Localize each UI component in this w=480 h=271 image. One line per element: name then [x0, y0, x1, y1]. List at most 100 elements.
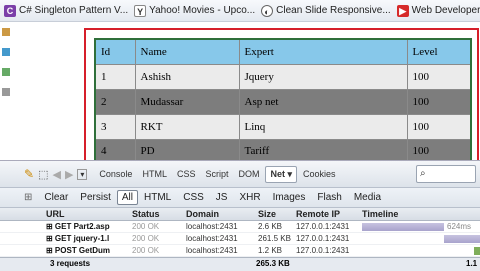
net-toolbar: ⊞ Clear Persist All HTML CSS JS XHR Imag… — [0, 188, 480, 208]
page-viewport: Id Name Expert Level 1 Ashish Jquery 100… — [0, 22, 480, 168]
bookmark-label: Yahoo! Movies - Upco... — [149, 5, 256, 16]
cell-level: 100 — [406, 63, 472, 90]
request-url[interactable]: ⊞ POST GetDum — [46, 246, 110, 255]
table-row[interactable]: ⊞ GET jquery-1.l 200 OK localhost:2431 2… — [0, 233, 480, 245]
tab-console[interactable]: Console — [95, 167, 136, 181]
firebug-main-toolbar: ✎ ⬚ ◀ ▶ ▾ Console HTML CSS Script DOM Ne… — [0, 161, 480, 188]
grid-header-level[interactable]: Level — [406, 38, 472, 65]
col-size[interactable]: Size — [258, 209, 276, 219]
left-icon-strip — [0, 22, 12, 160]
request-status: 200 OK — [132, 246, 160, 255]
firebug-bug-icon[interactable]: ✎ — [24, 167, 34, 181]
bookmark-icon[interactable] — [2, 68, 10, 76]
summary-time: 1.1 — [466, 259, 478, 268]
request-remote-ip: 127.0.0.1:2431 — [296, 246, 350, 255]
request-remote-ip: 127.0.0.1:2431 — [296, 222, 350, 231]
request-url[interactable]: ⊞ GET jquery-1.l — [46, 234, 109, 243]
summary-size: 265.3 KB — [256, 259, 290, 268]
filter-xhr-button[interactable]: XHR — [233, 191, 266, 204]
bookmark-item-csharp[interactable]: C C# Singleton Pattern V... — [4, 4, 129, 17]
timeline-bar — [362, 223, 444, 231]
clear-button[interactable]: Clear — [38, 191, 74, 204]
filter-html-button[interactable]: HTML — [138, 191, 177, 204]
timeline-bar — [474, 247, 480, 255]
request-size: 2.6 KB — [258, 222, 283, 231]
cell-id: 1 — [94, 63, 136, 90]
net-panel-icon[interactable]: ⊞ — [24, 192, 32, 203]
grid-header-expert[interactable]: Expert — [238, 38, 408, 65]
bookmark-item-yahoo[interactable]: Y Yahoo! Movies - Upco... — [134, 4, 256, 17]
filter-flash-button[interactable]: Flash — [311, 191, 347, 204]
filter-images-button[interactable]: Images — [267, 191, 312, 204]
summary-request-count: 3 requests — [50, 259, 91, 268]
grid-header-id[interactable]: Id — [94, 38, 136, 65]
request-remote-ip: 127.0.0.1:2431 — [296, 234, 350, 243]
bookmark-icon[interactable] — [2, 28, 10, 36]
request-status: 200 OK — [132, 222, 160, 231]
tab-net[interactable]: Net ▾ — [265, 165, 298, 183]
persist-button[interactable]: Persist — [74, 191, 117, 204]
request-domain: localhost:2431 — [186, 234, 238, 243]
filter-media-button[interactable]: Media — [348, 191, 387, 204]
cell-expert: Asp net — [238, 88, 408, 115]
cell-name: Ashish — [134, 63, 240, 90]
cell-id: 3 — [94, 113, 136, 140]
table-row[interactable]: ⊞ POST GetDum 200 OK localhost:2431 1.2 … — [0, 245, 480, 257]
inspect-icon[interactable]: ⬚ — [38, 168, 48, 181]
col-domain[interactable]: Domain — [186, 209, 219, 219]
net-column-header: URL Status Domain Size Remote IP Timelin… — [0, 208, 480, 221]
bookmark-label: Clean Slide Responsive... — [276, 5, 391, 16]
yahoo-icon: Y — [134, 4, 147, 17]
request-domain: localhost:2431 — [186, 222, 238, 231]
youtube-icon: ▶ — [396, 4, 409, 17]
request-size: 261.5 KB — [258, 234, 291, 243]
col-status[interactable]: Status — [132, 209, 160, 219]
col-url[interactable]: URL — [46, 209, 65, 219]
bookmark-label: C# Singleton Pattern V... — [19, 5, 129, 16]
table-row[interactable]: 3 RKT Linq 100 — [94, 113, 472, 140]
cell-expert: Linq — [238, 113, 408, 140]
cell-level: 100 — [406, 88, 472, 115]
request-domain: localhost:2431 — [186, 246, 238, 255]
grid-header-row: Id Name Expert Level — [94, 38, 472, 65]
request-size: 1.2 KB — [258, 246, 283, 255]
col-remote-ip[interactable]: Remote IP — [296, 209, 340, 219]
bookmarks-bar: C C# Singleton Pattern V... Y Yahoo! Mov… — [0, 0, 480, 22]
forward-icon[interactable]: ▶ — [65, 168, 73, 181]
cell-expert: Jquery — [238, 63, 408, 90]
cell-name: RKT — [134, 113, 240, 140]
cell-name: Mudassar — [134, 88, 240, 115]
timeline-bar — [444, 235, 480, 243]
data-grid: Id Name Expert Level 1 Ashish Jquery 100… — [94, 38, 472, 165]
grid-header-name[interactable]: Name — [134, 38, 240, 65]
bookmark-icon[interactable] — [2, 48, 10, 56]
bookmark-item-webdev[interactable]: ▶ Web Developer Night... — [396, 4, 480, 17]
table-row[interactable]: ⊞ GET Part2.asp 200 OK localhost:2431 2.… — [0, 221, 480, 233]
visual-studio-icon: C — [4, 4, 16, 17]
table-row[interactable]: 1 Ashish Jquery 100 — [94, 63, 472, 90]
col-timeline[interactable]: Timeline — [362, 209, 398, 219]
tab-script[interactable]: Script — [201, 167, 232, 181]
search-icon: ⌕ — [420, 168, 426, 179]
tab-css[interactable]: CSS — [173, 167, 200, 181]
back-icon[interactable]: ◀ — [52, 168, 60, 181]
menu-icon[interactable]: ▾ — [77, 168, 88, 180]
bookmark-icon[interactable] — [2, 88, 10, 96]
cell-id: 2 — [94, 88, 136, 115]
table-row[interactable]: 2 Mudassar Asp net 100 — [94, 88, 472, 115]
tab-dom[interactable]: DOM — [234, 167, 263, 181]
tab-cookies[interactable]: Cookies — [299, 167, 340, 181]
timeline-label: 624ms — [447, 222, 472, 231]
bookmark-item-cleanslide[interactable]: ◐ Clean Slide Responsive... — [261, 4, 391, 17]
tab-html[interactable]: HTML — [138, 167, 171, 181]
filter-all-button[interactable]: All — [116, 190, 138, 205]
filter-css-button[interactable]: CSS — [177, 191, 210, 204]
cell-level: 100 — [406, 113, 472, 140]
request-status: 200 OK — [132, 234, 160, 243]
net-summary-row: 3 requests 265.3 KB 1.1 — [0, 257, 480, 271]
bookmark-label: Web Developer Night... — [411, 5, 480, 16]
firebug-panel: ✎ ⬚ ◀ ▶ ▾ Console HTML CSS Script DOM Ne… — [0, 160, 480, 271]
search-input[interactable]: ⌕ — [416, 165, 476, 183]
request-url[interactable]: ⊞ GET Part2.asp — [46, 222, 110, 231]
filter-js-button[interactable]: JS — [210, 191, 234, 204]
